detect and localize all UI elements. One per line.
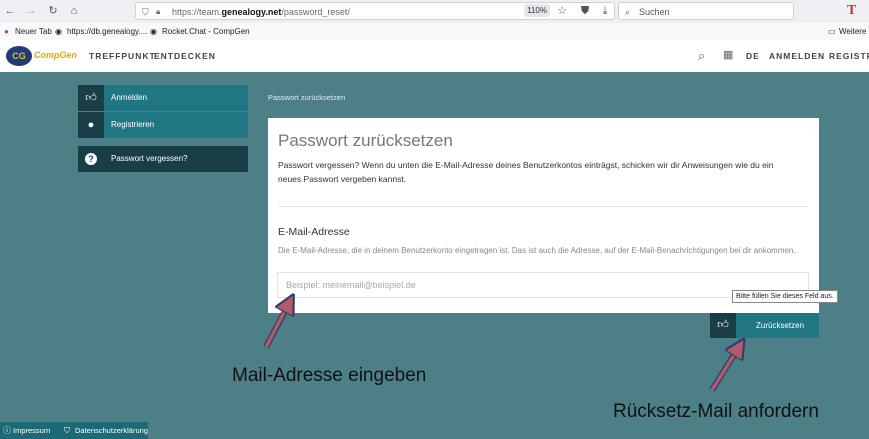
arrow-to-email-field-fill [264, 303, 289, 348]
shield-icon: ⛉ [64, 426, 70, 435]
footer-impressum[interactable]: Impressum [13, 422, 50, 439]
info-icon: ⓘ [3, 426, 11, 435]
footer-bar: ⓘ Impressum ⛉ Datenschutzerklärung [0, 422, 148, 439]
arrow-to-reset-button-fill [710, 347, 739, 391]
annotation-request-mail: Rücksetz-Mail anfordern [613, 401, 819, 422]
footer-privacy[interactable]: Datenschutzerklärung [75, 422, 148, 439]
annotation-enter-email: Mail-Adresse eingeben [232, 365, 427, 386]
annotation-arrows [263, 0, 869, 392]
